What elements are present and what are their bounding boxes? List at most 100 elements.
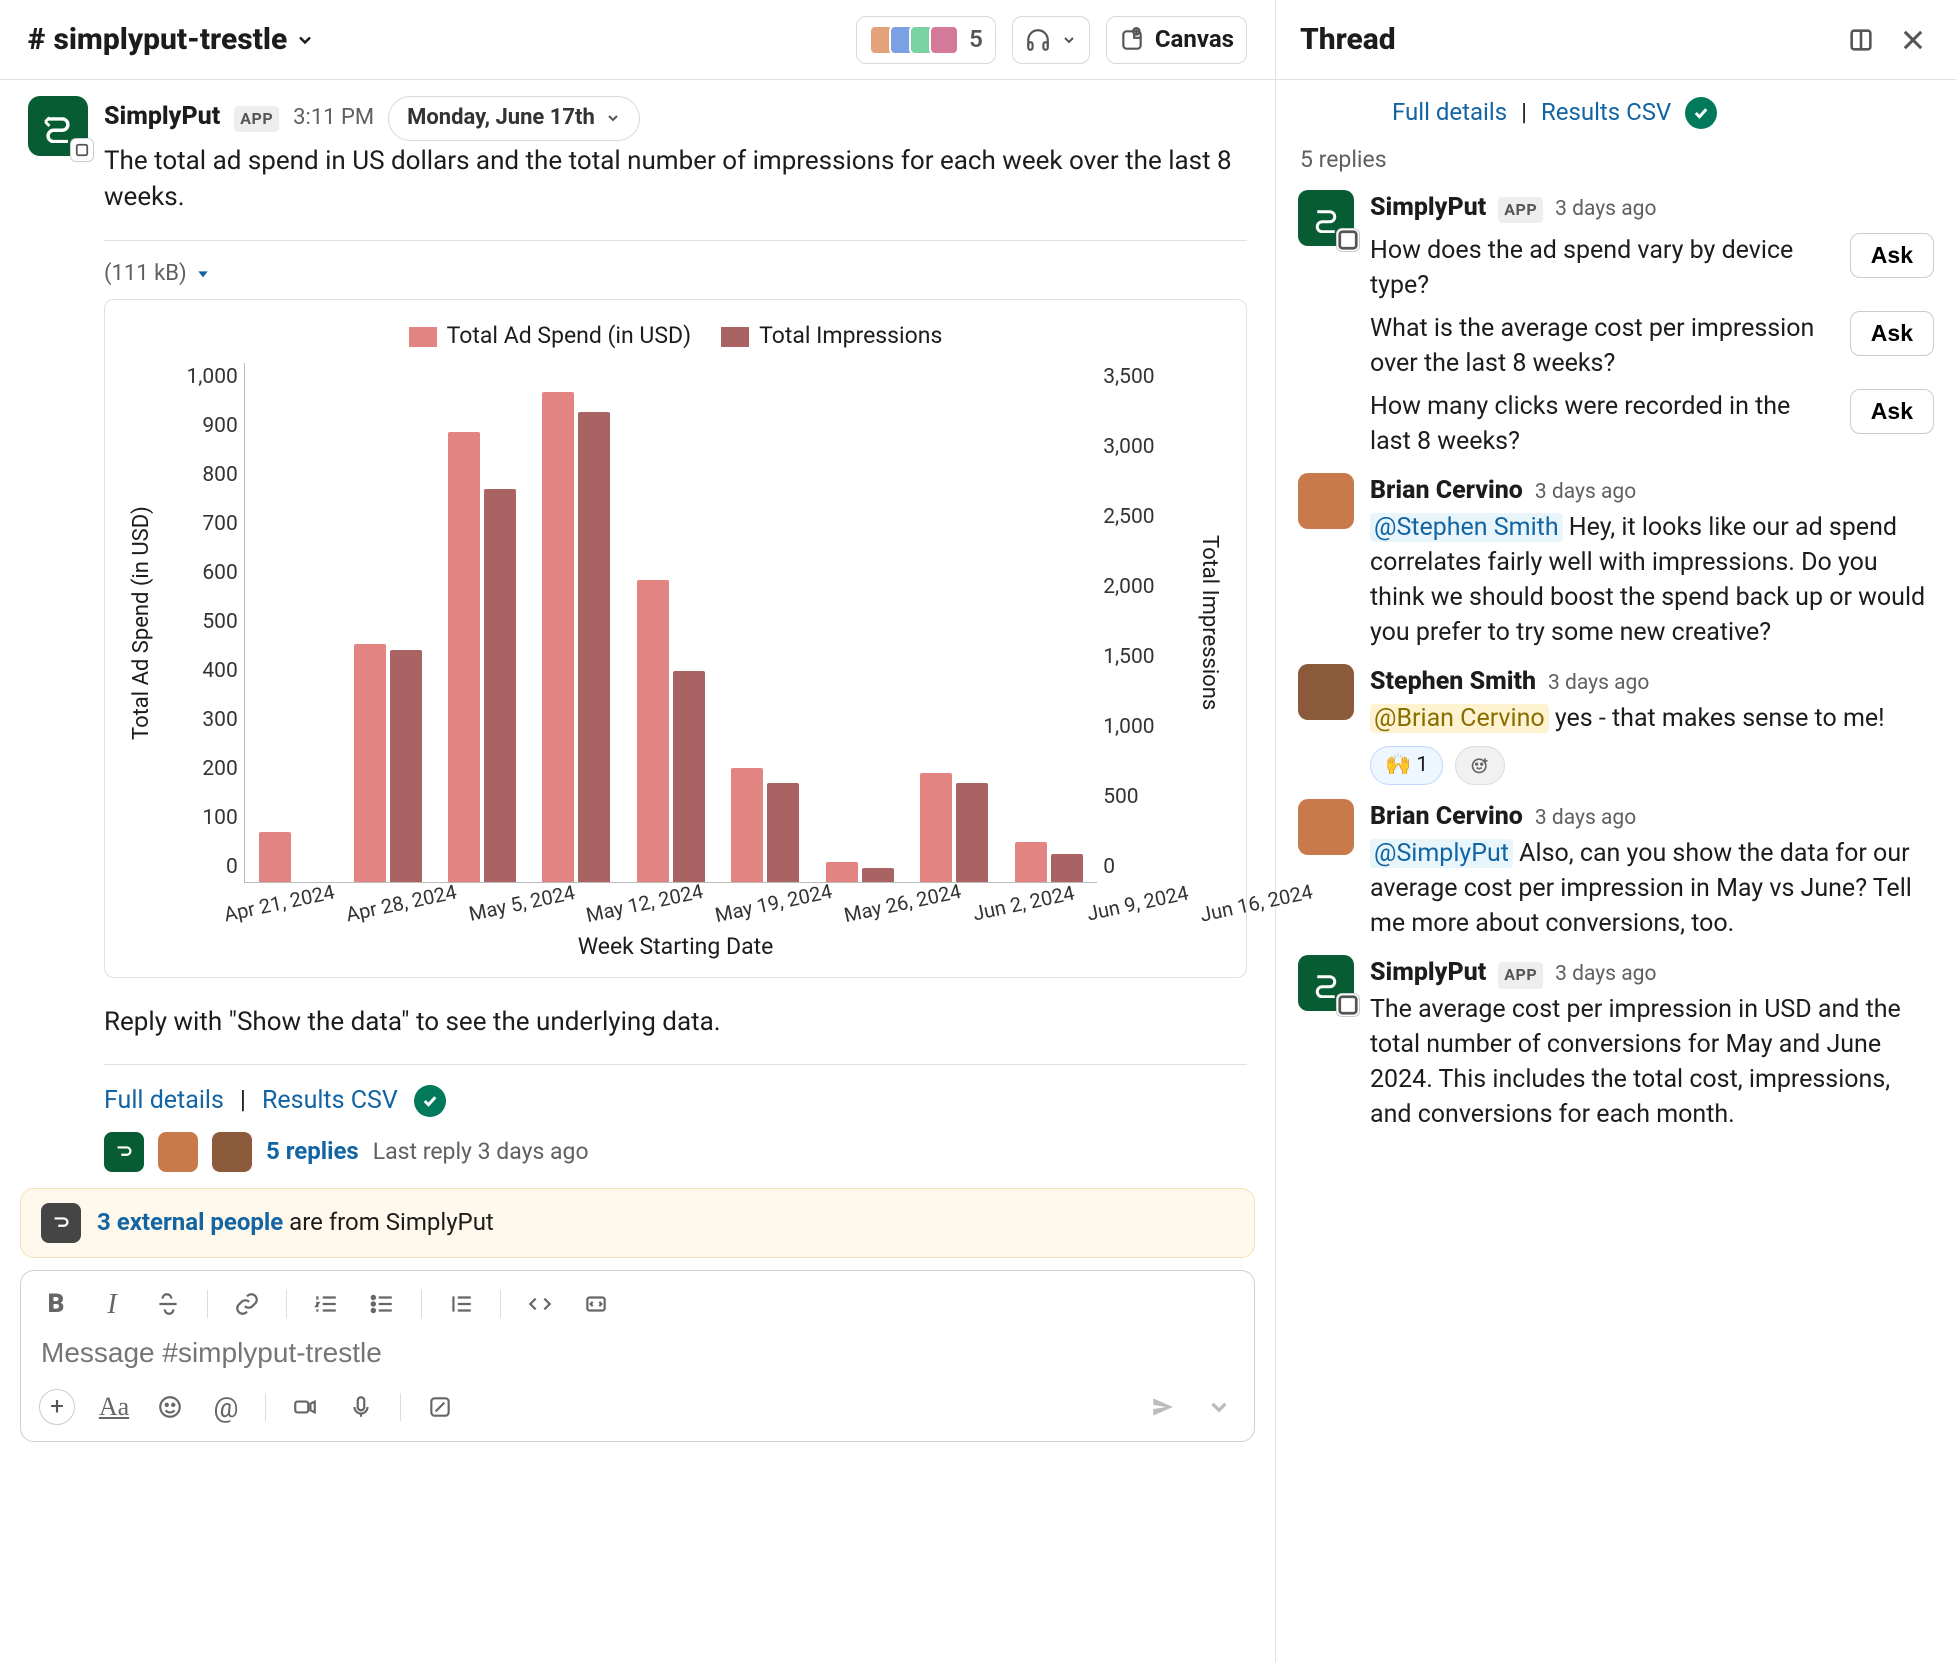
file-size-row[interactable]: (111 kB)	[104, 259, 1247, 290]
app-tag: APP	[1498, 962, 1543, 988]
separator	[104, 1064, 1247, 1065]
strike-button[interactable]	[151, 1287, 185, 1321]
app-badge-icon	[70, 138, 94, 162]
canvas-button[interactable]: Canvas	[1106, 16, 1247, 64]
bar-group	[912, 363, 996, 882]
bar-impressions	[484, 489, 516, 882]
bot-avatar[interactable]	[1298, 955, 1354, 1011]
external-people-notice[interactable]: 3 external people are from SimplyPut	[20, 1188, 1255, 1258]
link-separator: |	[1521, 96, 1527, 130]
thread-message: Stephen Smith3 days ago@Brian Cervino ye…	[1298, 664, 1934, 785]
main-column: # simplyput-trestle 5 Canvas	[0, 0, 1276, 1662]
emoji-button[interactable]	[153, 1390, 187, 1424]
y-axis-left-ticks: 1,0009008007006005004003002001000	[168, 363, 238, 883]
user-avatar[interactable]	[1298, 664, 1354, 720]
ordered-list-button[interactable]	[309, 1287, 343, 1321]
thread-full-details-link[interactable]: Full details	[1392, 96, 1507, 130]
thread-results-csv-link[interactable]: Results CSV	[1541, 96, 1671, 130]
add-reaction-button[interactable]	[1455, 746, 1505, 785]
bar-impressions	[390, 650, 422, 881]
audio-button[interactable]	[344, 1390, 378, 1424]
reaction[interactable]: 🙌 1	[1370, 746, 1443, 785]
y-tick: 3,000	[1103, 433, 1154, 462]
verified-check-icon	[414, 1085, 446, 1117]
chart-plot	[244, 363, 1097, 883]
close-thread-button[interactable]	[1894, 21, 1932, 59]
italic-button[interactable]: I	[95, 1287, 129, 1321]
headphones-icon	[1025, 27, 1051, 53]
y-tick: 2,500	[1103, 503, 1154, 532]
legend-item-0: Total Ad Spend (in USD)	[447, 322, 691, 349]
thread-text: @Stephen Smith Hey, it looks like our ad…	[1370, 510, 1934, 650]
members-pill[interactable]: 5	[856, 16, 996, 64]
channel-name-button[interactable]: # simplyput-trestle	[28, 19, 315, 61]
y-tick: 0	[1103, 853, 1115, 882]
date-chip[interactable]: Monday, June 17th	[388, 96, 640, 141]
mention[interactable]: @Stephen Smith	[1370, 513, 1563, 542]
y-tick: 300	[202, 706, 237, 735]
thread-author[interactable]: SimplyPut	[1370, 190, 1486, 225]
reply-avatar-user	[212, 1132, 252, 1172]
thread-message: Brian Cervino3 days ago@SimplyPut Also, …	[1298, 799, 1934, 941]
bar-ad-spend	[731, 768, 763, 882]
ask-button[interactable]: Ask	[1850, 389, 1934, 434]
shortcuts-button[interactable]	[423, 1390, 457, 1424]
thread-text: @SimplyPut Also, can you show the data f…	[1370, 836, 1934, 941]
blockquote-button[interactable]	[444, 1287, 478, 1321]
thread-author[interactable]: Stephen Smith	[1370, 664, 1536, 699]
send-button[interactable]	[1146, 1390, 1180, 1424]
thread-reply-count: 5 replies	[1300, 144, 1934, 176]
bar-ad-spend	[542, 392, 574, 881]
format-toggle-button[interactable]: Aa	[97, 1390, 131, 1424]
link-button[interactable]	[230, 1287, 264, 1321]
thread-message: Brian Cervino3 days ago@Stephen Smith He…	[1298, 473, 1934, 650]
codeblock-button[interactable]	[579, 1287, 613, 1321]
bar-impressions	[1051, 854, 1083, 882]
org-icon	[41, 1203, 81, 1243]
ask-button[interactable]: Ask	[1850, 233, 1934, 278]
mention[interactable]: @Brian Cervino	[1370, 704, 1549, 733]
bar-group	[534, 363, 618, 882]
thread-author[interactable]: Brian Cervino	[1370, 799, 1523, 834]
bot-avatar[interactable]	[1298, 190, 1354, 246]
video-button[interactable]	[288, 1390, 322, 1424]
message: SimplyPut APP 3:11 PM Monday, June 17th …	[0, 80, 1275, 1172]
bar-ad-spend	[448, 432, 480, 882]
open-in-new-button[interactable]	[1842, 21, 1880, 59]
message-author[interactable]: SimplyPut	[104, 99, 220, 134]
huddle-button[interactable]	[1012, 16, 1090, 64]
attach-button[interactable]: +	[39, 1389, 75, 1425]
external-people-text: are from SimplyPut	[283, 1208, 494, 1236]
code-button[interactable]	[523, 1287, 557, 1321]
mention-button[interactable]: @	[209, 1390, 243, 1424]
user-avatar[interactable]	[1298, 473, 1354, 529]
x-tick: May 26, 2024	[842, 877, 964, 929]
hash-icon: #	[28, 19, 45, 61]
x-tick: Apr 28, 2024	[344, 877, 460, 928]
bullet-list-button[interactable]	[365, 1287, 399, 1321]
chart-attachment[interactable]: Total Ad Spend (in USD) Total Impression…	[104, 299, 1247, 977]
message-input[interactable]	[35, 1327, 1240, 1383]
ask-button[interactable]: Ask	[1850, 311, 1934, 356]
reply-avatar-user	[158, 1132, 198, 1172]
replies-thread-link[interactable]: 5 replies Last reply 3 days ago	[104, 1132, 1247, 1172]
full-details-link[interactable]: Full details	[104, 1083, 224, 1118]
results-csv-link[interactable]: Results CSV	[262, 1083, 398, 1118]
mention[interactable]: @SimplyPut	[1370, 839, 1513, 868]
thread-author[interactable]: Brian Cervino	[1370, 473, 1523, 508]
thread-author[interactable]: SimplyPut	[1370, 955, 1486, 990]
link-separator: |	[240, 1083, 246, 1118]
external-people-link[interactable]: 3 external people	[97, 1208, 283, 1236]
app-badge-icon	[1336, 228, 1360, 252]
y-tick: 600	[202, 559, 237, 588]
canvas-icon	[1119, 27, 1145, 53]
bar-impressions	[862, 868, 894, 882]
y-axis-left-label: Total Ad Spend (in USD)	[123, 363, 162, 883]
y-axis-right-ticks: 3,5003,0002,5002,0001,5001,0005000	[1103, 363, 1183, 883]
bold-button[interactable]: B	[39, 1287, 73, 1321]
thread-time: 3 days ago	[1555, 960, 1656, 989]
message-time[interactable]: 3:11 PM	[293, 103, 374, 134]
user-avatar[interactable]	[1298, 799, 1354, 855]
bot-avatar[interactable]	[28, 96, 88, 156]
send-options-button[interactable]	[1202, 1390, 1236, 1424]
